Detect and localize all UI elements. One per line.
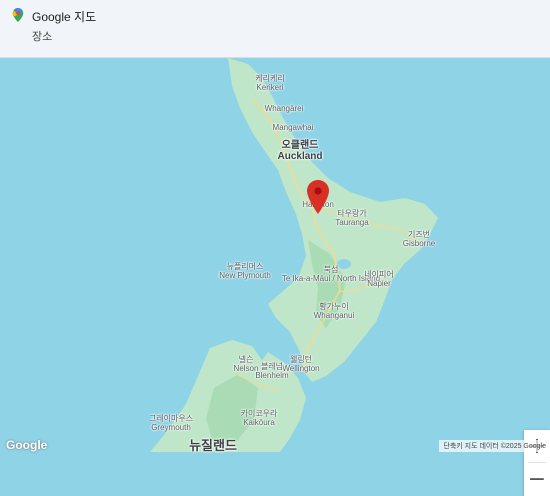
place-tauranga[interactable]: 타우랑가 Tauranga xyxy=(335,209,368,227)
place-whangarei[interactable]: Whangārei xyxy=(265,104,304,113)
place-new-zealand: 뉴질랜드 xyxy=(189,438,237,453)
place-gisborne[interactable]: 기즈번 Gisborne xyxy=(403,230,435,248)
place-whanganui[interactable]: 황가누이 Whanganui xyxy=(314,302,354,320)
map-base xyxy=(0,58,550,452)
place-napier[interactable]: 네이피어 Napier xyxy=(364,270,393,288)
place-subtitle: 장소 xyxy=(32,31,53,43)
header-bar: Google 지도 장소 xyxy=(0,0,550,58)
app-title: Google 지도 xyxy=(32,10,97,24)
place-greymouth[interactable]: 그레이마우스 Greymouth xyxy=(149,414,193,432)
google-logo[interactable]: Google xyxy=(6,438,47,452)
location-marker-icon[interactable] xyxy=(307,180,329,214)
place-kerikeri[interactable]: 케리케리 Kerikeri xyxy=(255,74,284,92)
map-attribution[interactable]: 단축키 지도 데이터 ©2025 Google xyxy=(439,440,550,452)
map-canvas[interactable]: 케리케리 Kerikeri Whangārei Mangawhai 오클랜드 Auc… xyxy=(0,58,550,496)
google-maps-pin-icon xyxy=(12,8,24,22)
place-blenheim[interactable]: 블레넘 Blenheim xyxy=(255,362,288,380)
place-new-plymouth[interactable]: 뉴플리머스 New Plymouth xyxy=(219,262,271,280)
place-mangawhai[interactable]: Mangawhai xyxy=(273,123,314,132)
zoom-out-button[interactable]: − xyxy=(524,463,550,495)
place-kaikoura[interactable]: 카이코우라 Kaikōura xyxy=(241,409,278,427)
place-auckland[interactable]: 오클랜드 Auckland xyxy=(277,140,322,162)
